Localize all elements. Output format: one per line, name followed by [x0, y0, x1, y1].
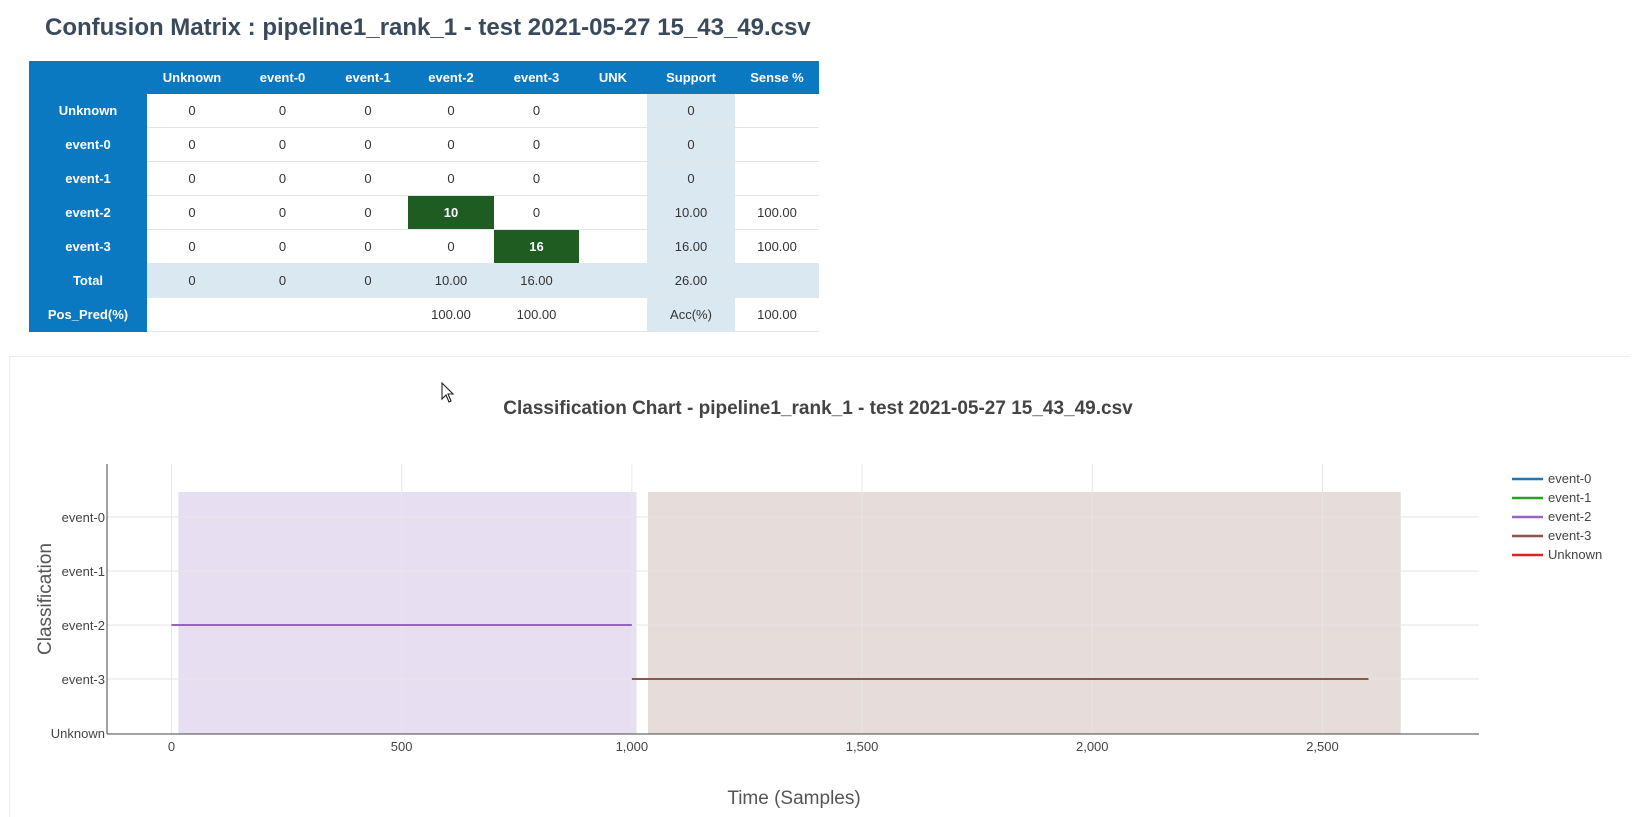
matrix-cell: 0 [237, 94, 328, 128]
column-header: event-0 [237, 61, 328, 94]
confusion-matrix-row: event-0 0 0 0 0 0 0 [29, 127, 819, 162]
mouse-cursor-icon [441, 382, 455, 403]
row-header: event-2 [29, 195, 147, 230]
header-corner-cell [29, 61, 147, 94]
sense-cell: 100.00 [735, 195, 819, 230]
matrix-cell: 0 [237, 127, 328, 162]
confusion-matrix-total-row: Total 0 0 0 10.00 16.00 26.00 [29, 263, 819, 298]
support-cell: 16.00 [647, 229, 735, 264]
total-cell: 0 [328, 263, 408, 298]
accuracy-value-cell: 100.00 [735, 297, 819, 332]
sense-cell [735, 94, 819, 128]
column-header: event-1 [328, 61, 408, 94]
matrix-cell: 0 [408, 94, 494, 128]
support-cell: 0 [647, 127, 735, 162]
total-cell [579, 263, 647, 298]
support-cell: 0 [647, 94, 735, 128]
row-header: event-3 [29, 229, 147, 264]
pospred-cell [147, 297, 237, 332]
confusion-matrix-pospred-row: Pos_Pred(%) 100.00 100.00 Acc(%) 100.00 [29, 297, 819, 332]
matrix-cell: 0 [408, 127, 494, 162]
pospred-cell [328, 297, 408, 332]
sense-cell [735, 161, 819, 196]
confusion-matrix-row: event-2 0 0 0 10 0 10.00 100.00 [29, 195, 819, 230]
matrix-cell: 0 [328, 195, 408, 230]
classification-chart-panel [9, 356, 1630, 817]
column-header: Unknown [147, 61, 237, 94]
matrix-cell [579, 161, 647, 196]
column-header: event-2 [408, 61, 494, 94]
matrix-cell-true-positive: 10 [408, 195, 494, 230]
confusion-matrix-header-row: Unknown event-0 event-1 event-2 event-3 … [29, 61, 819, 94]
accuracy-label-cell: Acc(%) [647, 297, 735, 332]
matrix-cell-true-positive: 16 [494, 229, 579, 264]
matrix-cell: 0 [494, 127, 579, 162]
matrix-cell: 0 [237, 161, 328, 196]
matrix-cell: 0 [147, 127, 237, 162]
matrix-cell: 0 [147, 229, 237, 264]
total-cell [735, 263, 819, 298]
column-header: Sense % [735, 61, 819, 94]
total-cell: 10.00 [408, 263, 494, 298]
matrix-cell: 0 [328, 127, 408, 162]
row-header: Pos_Pred(%) [29, 297, 147, 332]
total-cell: 26.00 [647, 263, 735, 298]
column-header: event-3 [494, 61, 579, 94]
sense-cell [735, 127, 819, 162]
row-header: Total [29, 263, 147, 298]
support-cell: 0 [647, 161, 735, 196]
pospred-cell [237, 297, 328, 332]
matrix-cell [579, 94, 647, 128]
sense-cell: 100.00 [735, 229, 819, 264]
confusion-matrix-table: Unknown event-0 event-1 event-2 event-3 … [29, 61, 819, 332]
row-header: event-0 [29, 127, 147, 162]
row-header: Unknown [29, 94, 147, 128]
support-cell: 10.00 [647, 195, 735, 230]
matrix-cell: 0 [408, 229, 494, 264]
matrix-cell: 0 [494, 94, 579, 128]
confusion-matrix-row: Unknown 0 0 0 0 0 0 [29, 94, 819, 128]
matrix-cell: 0 [237, 195, 328, 230]
row-header: event-1 [29, 161, 147, 196]
pospred-cell: 100.00 [408, 297, 494, 332]
matrix-cell: 0 [237, 229, 328, 264]
matrix-cell: 0 [408, 161, 494, 196]
matrix-cell: 0 [147, 195, 237, 230]
matrix-cell [579, 127, 647, 162]
confusion-matrix-row: event-1 0 0 0 0 0 0 [29, 161, 819, 196]
matrix-cell: 0 [147, 161, 237, 196]
matrix-cell: 0 [328, 94, 408, 128]
matrix-cell: 0 [147, 94, 237, 128]
confusion-matrix-row: event-3 0 0 0 0 16 16.00 100.00 [29, 229, 819, 264]
confusion-matrix-title: Confusion Matrix : pipeline1_rank_1 - te… [45, 14, 811, 41]
matrix-cell [579, 229, 647, 264]
total-cell: 0 [147, 263, 237, 298]
matrix-cell: 0 [328, 161, 408, 196]
column-header: Support [647, 61, 735, 94]
total-cell: 16.00 [494, 263, 579, 298]
total-cell: 0 [237, 263, 328, 298]
column-header: UNK [579, 61, 647, 94]
matrix-cell: 0 [328, 229, 408, 264]
matrix-cell: 0 [494, 161, 579, 196]
pospred-cell [579, 297, 647, 332]
matrix-cell [579, 195, 647, 230]
pospred-cell: 100.00 [494, 297, 579, 332]
matrix-cell: 0 [494, 195, 579, 230]
